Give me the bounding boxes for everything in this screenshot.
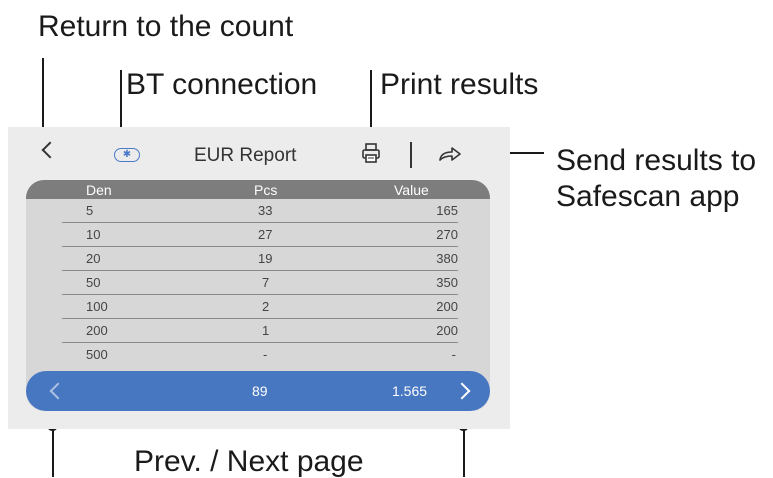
cell-pcs: 7 (262, 275, 270, 290)
cell-pcs: 1 (262, 323, 270, 338)
table-header: Den Pcs Value (26, 180, 490, 199)
cell-den: 500 (86, 347, 108, 362)
cell-value: 270 (436, 227, 458, 242)
callout-print: Print results (380, 68, 539, 101)
totals-bar: 89 1.565 (26, 371, 490, 411)
chevron-right-icon[interactable] (453, 382, 471, 400)
cell-value: - (451, 347, 456, 362)
topbar-divider (410, 142, 412, 168)
device-screen: ✱ EUR Report Den Pcs Value 5 33 165 10 2… (8, 127, 510, 429)
callout-prev-line (52, 426, 54, 477)
cell-den: 100 (86, 299, 108, 314)
callout-bt: BT connection (126, 68, 318, 101)
table-row: 20 19 380 (62, 247, 458, 271)
chevron-left-icon[interactable] (49, 382, 67, 400)
cell-den: 200 (86, 323, 108, 338)
callout-prevnext: Prev. / Next page (134, 445, 364, 478)
cell-pcs: 27 (258, 227, 273, 242)
report-table-panel: Den Pcs Value 5 33 165 10 27 270 20 19 3… (26, 180, 490, 411)
bluetooth-icon[interactable]: ✱ (114, 148, 140, 162)
cell-value: 380 (436, 251, 458, 266)
header-den: Den (86, 182, 112, 198)
report-title: EUR Report (194, 145, 297, 166)
table-row: 50 7 350 (62, 271, 458, 295)
table-row: 500 - - (62, 343, 458, 366)
table-row: 5 33 165 (62, 199, 458, 223)
cell-pcs: 33 (258, 203, 273, 218)
cell-value: 200 (436, 323, 458, 338)
cell-value: 200 (436, 299, 458, 314)
table-row: 100 2 200 (62, 295, 458, 319)
table-row: 200 1 200 (62, 319, 458, 343)
share-icon[interactable] (439, 146, 461, 162)
cell-pcs: - (263, 347, 268, 362)
cell-den: 50 (86, 275, 101, 290)
callout-send-line2: Safescan app (556, 180, 740, 213)
cell-den: 20 (86, 251, 101, 266)
total-value: 1.565 (392, 383, 428, 399)
table-row: 10 27 270 (62, 223, 458, 247)
total-pcs: 89 (252, 383, 268, 399)
print-icon[interactable] (362, 143, 380, 163)
cell-value: 350 (436, 275, 458, 290)
header-pcs: Pcs (254, 182, 278, 198)
callout-return: Return to the count (38, 10, 294, 43)
cell-value: 165 (436, 203, 458, 218)
cell-den: 10 (86, 227, 101, 242)
cell-den: 5 (86, 203, 94, 218)
callout-return-line (42, 58, 44, 136)
cell-pcs: 19 (258, 251, 273, 266)
back-icon[interactable] (41, 141, 59, 159)
top-bar: ✱ EUR Report (8, 127, 510, 175)
callout-next-line (463, 426, 465, 477)
callout-send-line1: Send results to (556, 144, 757, 177)
cell-pcs: 2 (262, 299, 270, 314)
callout-print-line (370, 70, 372, 134)
header-value: Value (394, 182, 429, 198)
